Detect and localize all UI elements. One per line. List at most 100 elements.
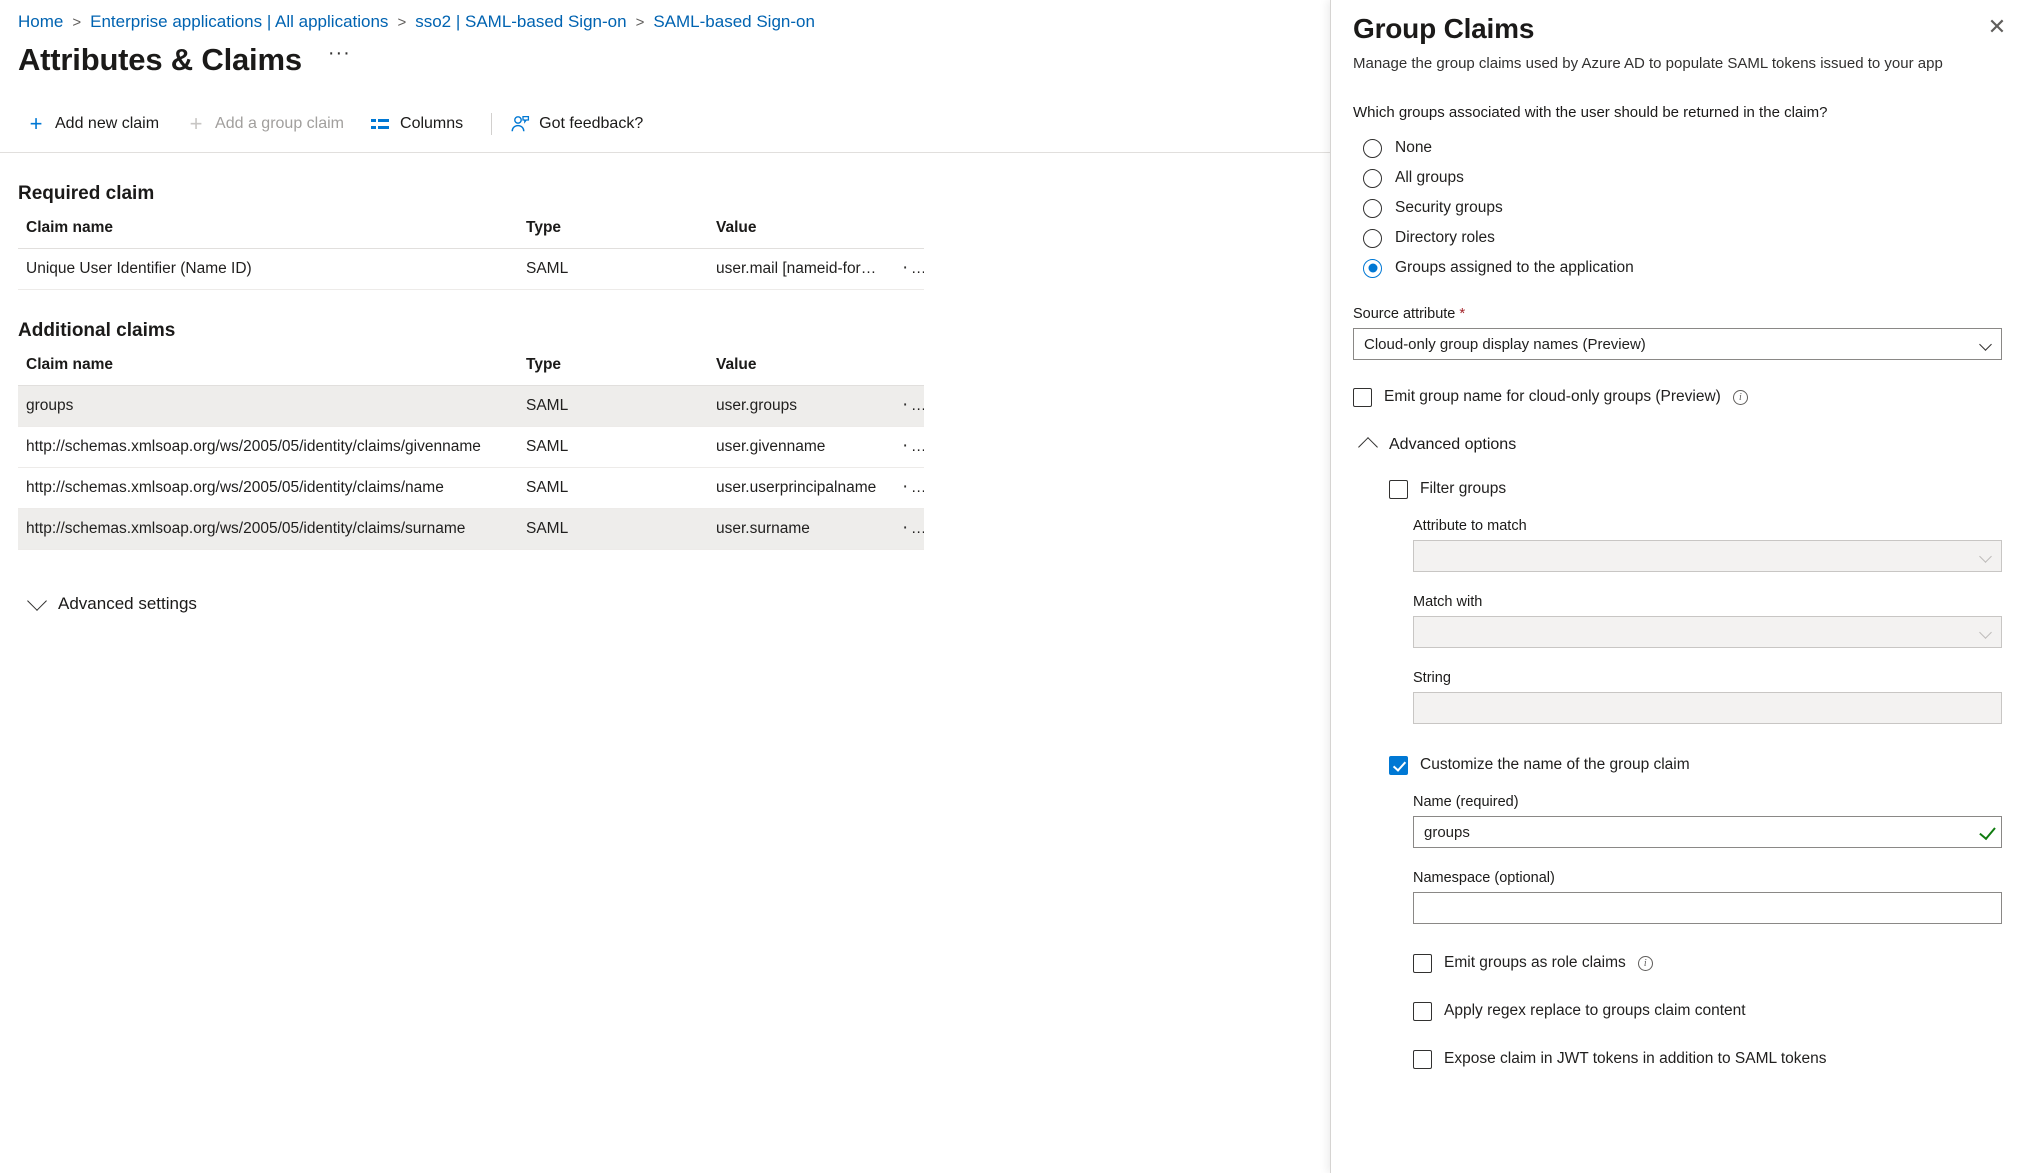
table-header-row: Claim name Type Value (18, 215, 924, 249)
cell-claim-name: http://schemas.xmlsoap.org/ws/2005/05/id… (18, 467, 518, 509)
table-header-row: Claim name Type Value (18, 352, 924, 386)
additional-claims-heading: Additional claims (18, 320, 176, 341)
radio-icon (1363, 138, 1382, 158)
match-with-label: Match with (1413, 594, 1483, 610)
add-new-claim-button[interactable]: + Add new claim (24, 107, 171, 141)
checkbox-icon (1413, 1001, 1432, 1021)
table-row[interactable]: groups SAML user.groups ··· (18, 385, 924, 427)
namespace-input[interactable] (1413, 892, 2002, 924)
claims-content: Required claim Claim name Type Value Uni… (0, 183, 1330, 614)
column-header-actions (894, 215, 924, 249)
breadcrumb: Home > Enterprise applications | All app… (0, 0, 1330, 34)
column-header-claim-name: Claim name (18, 352, 518, 386)
expose-claim-jwt-label: Expose claim in JWT tokens in addition t… (1444, 1050, 1827, 1067)
columns-label: Columns (400, 115, 464, 132)
advanced-settings-toggle[interactable]: Advanced settings (27, 591, 230, 614)
cell-claim-name: groups (18, 385, 518, 427)
radio-label: Directory roles (1395, 229, 1495, 246)
cell-type: SAML (518, 467, 708, 509)
columns-icon (371, 116, 391, 132)
emit-groups-as-role-claims-row[interactable]: Emit groups as role claims i (1413, 950, 2002, 976)
cell-type: SAML (518, 426, 708, 468)
add-group-claim-label: Add a group claim (215, 115, 345, 132)
radio-option-none[interactable]: None (1363, 133, 2002, 163)
column-header-value: Value (708, 215, 894, 249)
radio-option-security-groups[interactable]: Security groups (1363, 193, 2002, 223)
column-header-type: Type (518, 215, 708, 249)
got-feedback-button[interactable]: Got feedback? (508, 107, 655, 141)
attribute-to-match-select[interactable] (1413, 540, 2002, 572)
attribute-to-match-label: Attribute to match (1413, 518, 1527, 534)
table-row[interactable]: http://schemas.xmlsoap.org/ws/2005/05/id… (18, 467, 924, 509)
breadcrumb-item-saml-based-signon[interactable]: SAML-based Sign-on (653, 12, 815, 32)
row-more-menu-icon[interactable]: ··· (902, 476, 924, 497)
column-header-claim-name: Claim name (18, 215, 518, 249)
emit-group-name-label: Emit group name for cloud-only groups (P… (1384, 388, 1721, 405)
row-more-menu-icon[interactable]: ··· (902, 257, 924, 278)
radio-label: Groups assigned to the application (1395, 259, 1634, 276)
column-header-actions (894, 352, 924, 386)
chevron-right-icon: > (397, 13, 407, 31)
filter-groups-checkbox-row[interactable]: Filter groups (1389, 476, 2002, 502)
command-toolbar: + Add new claim + Add a group claim Colu… (0, 102, 1330, 146)
feedback-person-icon (510, 115, 530, 133)
chevron-down-icon (1979, 550, 1992, 563)
got-feedback-label: Got feedback? (539, 115, 644, 132)
table-row[interactable]: http://schemas.xmlsoap.org/ws/2005/05/id… (18, 426, 924, 468)
cell-claim-name: http://schemas.xmlsoap.org/ws/2005/05/id… (18, 426, 518, 468)
panel-header: Group Claims Manage the group claims use… (1331, 0, 2024, 72)
close-icon[interactable]: ✕ (1980, 10, 2014, 44)
required-marker: * (1459, 305, 1466, 322)
columns-button[interactable]: Columns (369, 107, 475, 141)
table-row[interactable]: http://schemas.xmlsoap.org/ws/2005/05/id… (18, 508, 924, 550)
groups-question-label: Which groups associated with the user sh… (1353, 104, 1828, 121)
match-with-select[interactable] (1413, 616, 2002, 648)
chevron-right-icon: > (72, 13, 82, 31)
column-header-value: Value (708, 352, 894, 386)
cell-claim-name: http://schemas.xmlsoap.org/ws/2005/05/id… (18, 508, 518, 550)
chevron-up-icon (1358, 437, 1378, 457)
azure-portal-screen: Home > Enterprise applications | All app… (0, 0, 2024, 1173)
customize-name-label: Customize the name of the group claim (1420, 756, 1690, 773)
chevron-down-icon (27, 591, 47, 611)
info-icon[interactable]: i (1732, 389, 1748, 405)
customize-name-checkbox-row[interactable]: Customize the name of the group claim (1389, 752, 2002, 778)
breadcrumb-item-enterprise-applications[interactable]: Enterprise applications | All applicatio… (90, 12, 388, 32)
filter-groups-fields: Attribute to match Match with String (1413, 518, 2002, 724)
cell-type: SAML (518, 508, 708, 550)
chevron-down-icon (1979, 626, 1992, 639)
checkbox-icon (1413, 953, 1432, 973)
customize-name-fields: Name (required) groups Namespace (option… (1413, 794, 2002, 1072)
breadcrumb-item-sso2[interactable]: sso2 | SAML-based Sign-on (415, 12, 626, 32)
radio-option-all-groups[interactable]: All groups (1363, 163, 2002, 193)
match-with-field: Match with (1413, 594, 2002, 648)
emit-group-name-checkbox-row[interactable]: Emit group name for cloud-only groups (P… (1353, 384, 2002, 410)
radio-option-groups-assigned-to-application[interactable]: Groups assigned to the application (1363, 253, 2002, 283)
row-more-menu-icon[interactable]: ··· (902, 517, 924, 538)
radio-label: None (1395, 139, 1433, 156)
column-header-type: Type (518, 352, 708, 386)
radio-icon (1363, 228, 1382, 248)
table-row[interactable]: Unique User Identifier (Name ID) SAML us… (18, 248, 924, 290)
name-required-input[interactable]: groups (1413, 816, 2002, 848)
cell-type: SAML (518, 385, 708, 427)
expose-claim-jwt-row[interactable]: Expose claim in JWT tokens in addition t… (1413, 1046, 2002, 1072)
breadcrumb-item-home[interactable]: Home (18, 12, 63, 32)
page-more-menu-icon[interactable]: ··· (328, 43, 351, 72)
toolbar-divider (491, 113, 493, 135)
checkbox-icon (1389, 479, 1408, 499)
string-input[interactable] (1413, 692, 2002, 724)
info-icon[interactable]: i (1637, 955, 1653, 971)
panel-title: Group Claims (1353, 13, 1535, 44)
add-group-claim-button[interactable]: + Add a group claim (184, 107, 356, 141)
string-field: String (1413, 670, 2002, 724)
source-attribute-select[interactable]: Cloud-only group display names (Preview) (1353, 328, 2002, 360)
advanced-options-toggle[interactable]: Advanced options (1358, 436, 1561, 457)
source-attribute-field: Source attribute * Cloud-only group disp… (1353, 305, 2002, 360)
row-more-menu-icon[interactable]: ··· (902, 394, 924, 415)
apply-regex-replace-row[interactable]: Apply regex replace to groups claim cont… (1413, 998, 2002, 1024)
checkbox-icon (1413, 1049, 1432, 1069)
radio-option-directory-roles[interactable]: Directory roles (1363, 223, 2002, 253)
row-more-menu-icon[interactable]: ··· (902, 435, 924, 456)
toolbar-bottom-divider (0, 152, 1330, 153)
